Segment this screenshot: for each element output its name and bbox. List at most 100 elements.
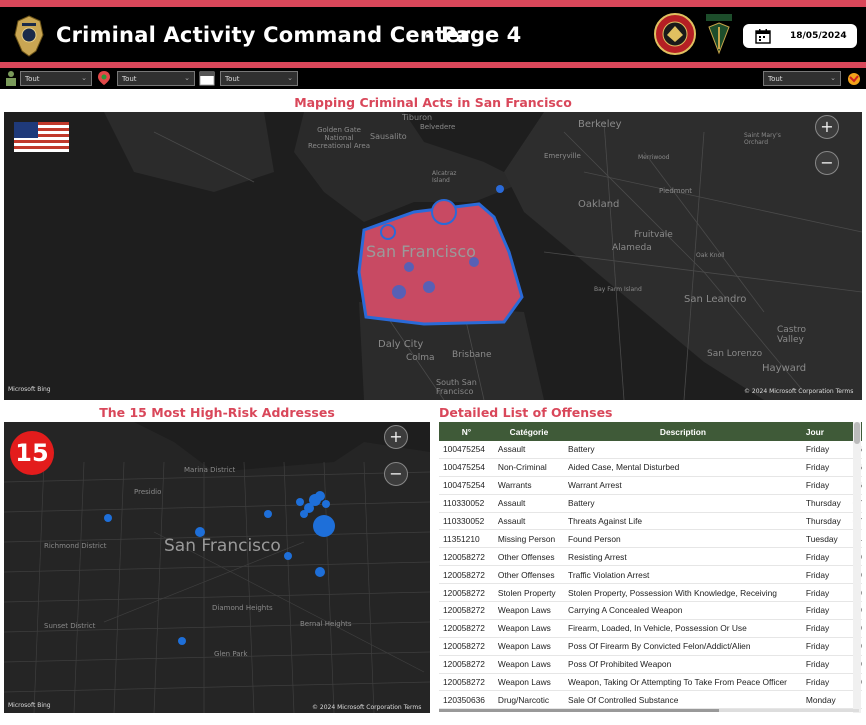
map1-label-emeryville: Emeryville	[544, 152, 581, 160]
cell-number: 100475254	[439, 441, 494, 459]
map2-bing-logo: Microsoft Bing	[8, 702, 51, 709]
table-row[interactable]: 100475254WarrantsWarrant ArrestFriday26	[439, 476, 862, 495]
table-row[interactable]: 110330052AssaultBatteryThursday07	[439, 494, 862, 513]
crime-heatmap[interactable]: Tiburon Belvedere Golden Gate National R…	[4, 112, 862, 400]
map2-zoom-in-button[interactable]: +	[384, 425, 408, 449]
filter-dropdown-1[interactable]: Tout ⌄	[20, 71, 92, 86]
cell-day: Thursday	[801, 494, 849, 513]
map1-zoom-in-button[interactable]: +	[815, 115, 839, 139]
map1-label-belvedere: Belvedere	[420, 123, 456, 131]
cell-day: Friday	[801, 583, 849, 603]
map2-copyright: © 2024 Microsoft Corporation Terms	[312, 704, 422, 711]
cell-description: Found Person	[564, 529, 802, 549]
cell-category: Assault	[493, 512, 565, 531]
map2-label-richmond: Richmond District	[44, 542, 107, 550]
table-row[interactable]: 100475254AssaultBatteryFriday26	[439, 441, 862, 459]
cell-number: 100475254	[439, 458, 494, 477]
high-risk-address-map[interactable]: 15 San Francisco Marina District Presidi…	[4, 422, 430, 713]
table-title: Detailed List of Offenses	[439, 405, 613, 420]
table-row[interactable]: 120058272 Weapon Laws Carrying A Concealed…	[439, 601, 862, 620]
offense-table-container[interactable]: N° Catégorie Description Jour 100475254 A…	[439, 422, 862, 713]
map2-label-diamond-heights: Diamond Heights	[212, 604, 273, 612]
map1-label-alcatraz: Alcatraz Island	[432, 170, 457, 184]
column-header-day[interactable]: Jour	[801, 422, 849, 441]
horizontal-scrollbar[interactable]	[439, 709, 859, 712]
cell-category: Other Offenses	[493, 565, 565, 585]
chevron-down-icon: ⌄	[81, 74, 87, 82]
map1-label-st-marys: Saint Mary's Orchard	[744, 132, 781, 146]
cell-day: Friday	[801, 547, 849, 567]
table-row[interactable]: 120058272 Stolen Property Stolen Property,…	[439, 583, 862, 603]
us-flag-icon	[14, 122, 69, 152]
cell-description: Threats Against Life	[564, 512, 802, 531]
scrollbar-thumb[interactable]	[854, 422, 860, 444]
offense-table: N° Catégorie Description Jour 100475254 A…	[439, 422, 862, 713]
calendar-filter-icon	[199, 71, 215, 86]
calendar-icon	[755, 29, 771, 44]
cell-description: Stolen Property, Possession With Knowled…	[564, 583, 802, 603]
chevron-down-icon: ⌄	[184, 74, 190, 82]
cell-description: Warrant Arrest	[564, 476, 802, 495]
reset-filters-icon[interactable]	[846, 71, 862, 87]
filter-dropdown-2[interactable]: Tout ⌄	[117, 71, 195, 86]
map1-zoom-out-button[interactable]: −	[815, 151, 839, 175]
cell-description: Carrying A Concealed Weapon	[564, 601, 802, 620]
special-forces-insignia-icon	[706, 14, 732, 55]
cell-number: 110330052	[439, 494, 494, 513]
chevron-down-icon: ⌄	[287, 74, 293, 82]
cell-description: Traffic Violation Arrest	[564, 565, 802, 585]
map2-label-sunset: Sunset District	[44, 622, 96, 630]
table-row[interactable]: 120350636 Drug/Narcotic Sale Of Controlled…	[439, 690, 862, 710]
table-scrollbar[interactable]	[853, 422, 861, 713]
table-row[interactable]: 120058272 Other Offenses Traffic Violation…	[439, 565, 862, 585]
filter-2-value: Tout	[122, 75, 137, 83]
filter-1-value: Tout	[25, 75, 40, 83]
cell-description: Battery	[564, 441, 802, 459]
column-header-category[interactable]: Catégorie	[493, 422, 565, 441]
map1-title: Mapping Criminal Acts in San Francisco	[294, 95, 572, 110]
cell-category: Weapon Laws	[493, 655, 565, 674]
cell-day: Friday	[801, 655, 849, 674]
cell-number: 120058272	[439, 637, 494, 656]
count-badge: 15	[10, 431, 54, 475]
cell-category: Weapon Laws	[493, 601, 565, 620]
cell-category: Non-Criminal	[493, 458, 565, 477]
cell-day: Friday	[801, 458, 849, 477]
table-row[interactable]: 120058272 Weapon Laws Weapon, Taking Or At…	[439, 673, 862, 692]
cell-category: Missing Person	[493, 529, 565, 549]
cell-category: Weapon Laws	[493, 619, 565, 638]
filter-dropdown-3[interactable]: Tout ⌄	[220, 71, 298, 86]
column-header-number[interactable]: N°	[439, 422, 494, 441]
cell-day: Friday	[801, 565, 849, 585]
cell-number: 120058272	[439, 583, 494, 603]
cell-description: Firearm, Loaded, In Vehicle, Possession …	[564, 619, 802, 638]
table-row[interactable]: 120058272 Other Offenses Resisting Arrest F…	[439, 547, 862, 567]
map2-label-glen-park: Glen Park	[214, 650, 248, 658]
map1-label-daly-city: Daly City	[378, 339, 424, 350]
map1-label-sausalito: Sausalito	[370, 132, 407, 141]
map1-label-colma: Colma	[406, 353, 435, 363]
table-row[interactable]: 120058272 Weapon Laws Poss Of Firearm By C…	[439, 637, 862, 656]
cell-number: 120058272	[439, 619, 494, 638]
horizontal-scrollbar-thumb[interactable]	[439, 709, 719, 712]
column-header-description[interactable]: Description	[564, 422, 802, 441]
map1-label-piedmont: Piedmont	[659, 187, 693, 195]
cell-description: Sale Of Controlled Substance	[564, 690, 802, 710]
map1-label-merriwood: Merriwood	[638, 154, 670, 161]
cell-category: Drug/Narcotic	[493, 690, 565, 710]
cell-number: 120058272	[439, 673, 494, 692]
table-row[interactable]: 100475254 Non-Criminal Aided Case, Mental …	[439, 458, 862, 477]
chevron-down-icon: ⌄	[830, 74, 836, 82]
map2-zoom-out-button[interactable]: −	[384, 462, 408, 486]
marine-corps-seal-icon	[654, 13, 696, 55]
cell-number: 110330052	[439, 512, 494, 531]
table-row[interactable]: 120058272 Weapon Laws Poss Of Prohibited W…	[439, 655, 862, 674]
table-row[interactable]: 11351210 Missing Person Found Person Tuesda…	[439, 529, 862, 549]
map1-label-fruitvale: Fruitvale	[634, 230, 673, 240]
table-row[interactable]: 110330052 Assault Threats Against Life Thur…	[439, 512, 862, 531]
cell-category: Warrants	[493, 476, 565, 495]
filter-dropdown-4[interactable]: Tout ⌄	[763, 71, 841, 86]
filter-3-value: Tout	[225, 75, 240, 83]
table-row[interactable]: 120058272 Weapon Laws Firearm, Loaded, In …	[439, 619, 862, 638]
cell-category: Assault	[493, 441, 565, 459]
